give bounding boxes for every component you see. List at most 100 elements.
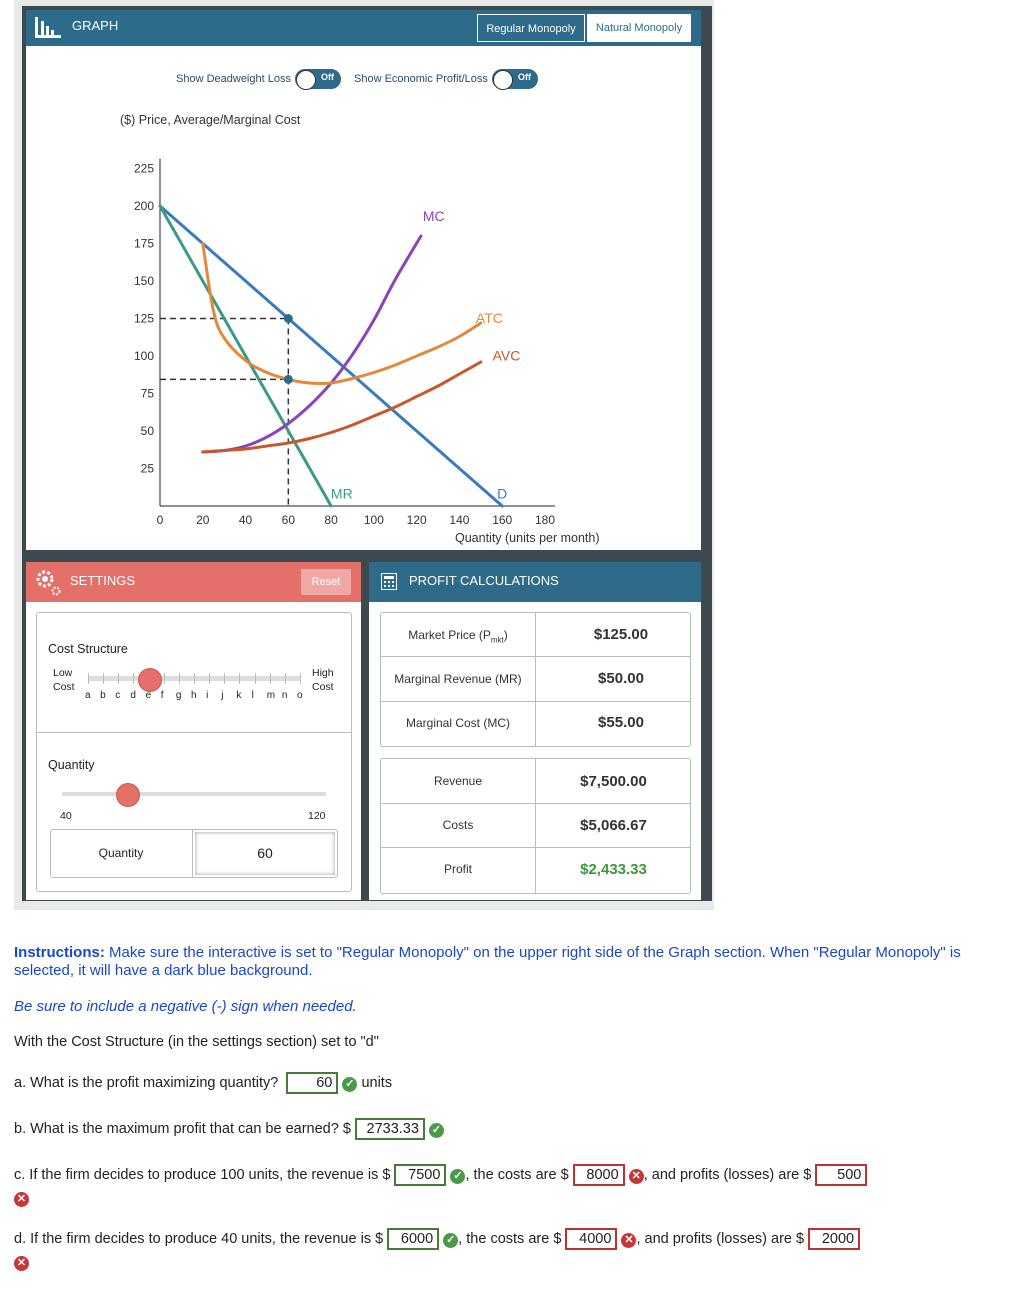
slider-letter-b: b bbox=[100, 690, 106, 701]
question-c-text: , the costs are $ bbox=[465, 1167, 569, 1183]
revenue-value: $7,500.00 bbox=[580, 773, 647, 790]
marginal-revenue-value: $50.00 bbox=[598, 670, 644, 687]
series-avc-label: AVC bbox=[493, 348, 521, 364]
instructions-text: Make sure the interactive is set to "Reg… bbox=[14, 944, 961, 979]
series-mc-label: MC bbox=[423, 208, 445, 224]
error-icon: ✕ bbox=[14, 1192, 29, 1207]
label-text: Market Price (P bbox=[408, 628, 491, 642]
answer-c-revenue-input[interactable]: 7500 bbox=[394, 1164, 447, 1186]
series-avc-line bbox=[201, 360, 483, 454]
revenue-label: Revenue bbox=[433, 774, 483, 788]
quantity-label: Quantity bbox=[48, 758, 95, 772]
error-icon: ✕ bbox=[628, 1169, 644, 1184]
y-tick-label: 225 bbox=[134, 162, 154, 176]
x-axis-title: Quantity (units per month) bbox=[455, 531, 600, 545]
answer-d-revenue-input[interactable]: 6000 bbox=[387, 1228, 440, 1250]
high-cost-label: High Cost bbox=[312, 666, 334, 694]
gear-icon bbox=[36, 570, 61, 596]
market-price-label: Market Price (Pmkt) bbox=[381, 628, 535, 644]
question-d-text: , and profits (losses) are $ bbox=[636, 1231, 805, 1247]
x-tick-label: 120 bbox=[407, 513, 427, 527]
check-icon: ✓ bbox=[450, 1169, 466, 1184]
slider-letter-g: g bbox=[175, 690, 182, 701]
cost-slider-letters: abcdefghijklmno bbox=[85, 690, 303, 704]
answer-b-input[interactable]: 2733.33 bbox=[354, 1118, 425, 1140]
profit-value: $2,433.33 bbox=[580, 861, 647, 878]
divider bbox=[381, 656, 690, 657]
question-c: c. If the firm decides to produce 100 un… bbox=[14, 1164, 868, 1186]
high-label-line: High bbox=[312, 667, 334, 679]
x-tick-label: 0 bbox=[157, 513, 164, 527]
cost-structure-label: Cost Structure bbox=[48, 642, 128, 656]
question-d-text: d. If the firm decides to produce 40 uni… bbox=[14, 1231, 384, 1247]
answer-c-profit-input[interactable]: 500 bbox=[815, 1164, 868, 1186]
slider-tick bbox=[88, 673, 89, 684]
profit-label: Profit bbox=[443, 862, 472, 876]
slider-letter-j: j bbox=[221, 690, 224, 701]
label-sub: mkt bbox=[490, 635, 504, 645]
costs-label: Costs bbox=[442, 818, 474, 832]
slider-tick bbox=[269, 673, 271, 684]
divider bbox=[381, 803, 690, 804]
answer-d-profit-input[interactable]: 2000 bbox=[808, 1228, 861, 1250]
slider-tick bbox=[209, 673, 211, 684]
question-d-text: , the costs are $ bbox=[458, 1231, 562, 1247]
slider-tick bbox=[300, 673, 301, 684]
settings-header: SETTINGS Reset bbox=[26, 562, 361, 602]
low-label-line: Cost bbox=[53, 681, 75, 693]
question-c-text: , and profits (losses) are $ bbox=[643, 1167, 812, 1183]
quantity-input-label: Quantity bbox=[98, 846, 144, 860]
series-d-line bbox=[158, 204, 504, 508]
question-d: d. If the firm decides to produce 40 uni… bbox=[14, 1228, 861, 1250]
setup-text: With the Cost Structure (in the settings… bbox=[14, 1034, 379, 1050]
slider-tick bbox=[103, 673, 105, 684]
calc-title: PROFIT CALCULATIONS bbox=[409, 573, 559, 588]
y-tick-label: 25 bbox=[141, 462, 155, 476]
slider-letter-a: a bbox=[85, 690, 91, 701]
reset-button[interactable]: Reset bbox=[301, 569, 351, 595]
y-tick-label: 75 bbox=[141, 387, 155, 401]
quantity-slider-track[interactable] bbox=[62, 792, 326, 796]
marginal-cost-label: Marginal Cost (MC) bbox=[405, 716, 510, 730]
low-cost-label: Low Cost bbox=[53, 666, 75, 694]
x-tick-label: 140 bbox=[449, 513, 469, 527]
quantity-slider-handle[interactable] bbox=[116, 783, 140, 807]
x-tick-label: 100 bbox=[364, 513, 384, 527]
slider-tick bbox=[224, 673, 226, 684]
x-tick-label: 40 bbox=[239, 513, 253, 527]
atc-point bbox=[283, 374, 293, 384]
x-tick-label: 60 bbox=[282, 513, 296, 527]
cost-slider-handle[interactable] bbox=[138, 668, 162, 692]
series-d-label: D bbox=[497, 486, 507, 502]
graph-header: GRAPH Regular Monopoly Natural Monopoly bbox=[26, 10, 701, 46]
y-tick-label: 175 bbox=[134, 237, 154, 251]
graph-title: GRAPH bbox=[72, 18, 119, 33]
y-tick-label: 50 bbox=[141, 424, 155, 438]
question-b: b. What is the maximum profit that can b… bbox=[14, 1118, 444, 1140]
answer-a-input[interactable]: 60 bbox=[286, 1072, 339, 1094]
check-icon: ✓ bbox=[428, 1123, 444, 1138]
question-a: a. What is the profit maximizing quantit… bbox=[14, 1072, 392, 1094]
chart-icon bbox=[35, 17, 61, 38]
answer-d-costs-input[interactable]: 4000 bbox=[565, 1228, 618, 1250]
slider-tick bbox=[163, 673, 165, 684]
series-mr-label: MR bbox=[331, 486, 353, 502]
quantity-min: 40 bbox=[60, 810, 72, 822]
instructions-bold: Instructions: bbox=[14, 944, 105, 961]
slider-tick bbox=[239, 673, 241, 684]
question-c-text: c. If the firm decides to produce 100 un… bbox=[14, 1167, 391, 1183]
marginal-revenue-label: Marginal Revenue (MR) bbox=[394, 672, 522, 686]
slider-letter-h: h bbox=[191, 690, 197, 701]
y-axis-title: ($) Price, Average/Marginal Cost bbox=[120, 113, 301, 127]
x-tick-label: 20 bbox=[196, 513, 210, 527]
slider-tick bbox=[194, 673, 195, 684]
divider bbox=[381, 847, 690, 848]
divider bbox=[381, 701, 690, 702]
tab-regular-monopoly[interactable]: Regular Monopoly bbox=[477, 14, 585, 42]
answer-c-costs-input[interactable]: 8000 bbox=[572, 1164, 625, 1186]
y-tick-label: 100 bbox=[134, 349, 154, 363]
tab-natural-monopoly[interactable]: Natural Monopoly bbox=[587, 14, 691, 42]
costs-value: $5,066.67 bbox=[580, 817, 647, 834]
high-label-line: Cost bbox=[312, 681, 334, 693]
quantity-input[interactable]: 60 bbox=[195, 832, 335, 875]
